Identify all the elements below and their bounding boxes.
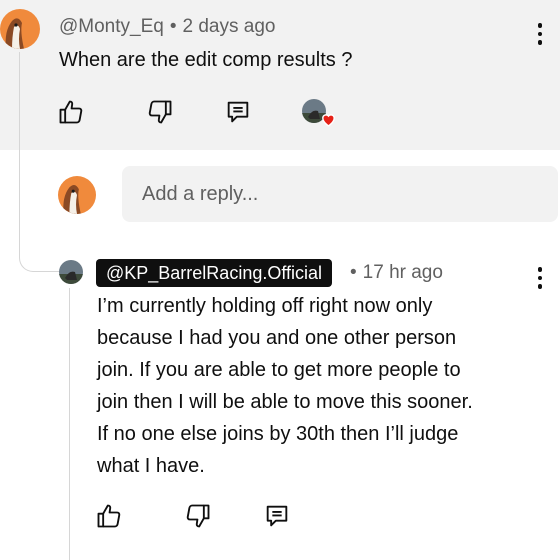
- reply-thread-line: [69, 288, 70, 560]
- reply-more-options-button[interactable]: [528, 264, 552, 292]
- reply-text-line: If no one else joins by 30th then I’ll j…: [97, 423, 459, 445]
- reply-dislike-button[interactable]: [182, 500, 214, 532]
- reply-text-line: join. If you are able to get more people…: [97, 359, 461, 381]
- reply-reply-button[interactable]: [261, 500, 293, 532]
- more-options-button[interactable]: [528, 20, 552, 48]
- reply-timestamp[interactable]: 17 hr ago: [363, 262, 443, 283]
- reply-text: I’m currently holding off right now only…: [97, 290, 527, 482]
- dislike-button[interactable]: [144, 96, 176, 128]
- thumbs-up-icon: [59, 100, 83, 124]
- meta-separator: •: [350, 262, 357, 283]
- comment-author[interactable]: @Monty_Eq: [59, 16, 164, 37]
- reply-text-line: join then I will be able to move this so…: [97, 391, 473, 413]
- current-user-avatar: [58, 176, 96, 214]
- commenter-avatar[interactable]: [0, 9, 40, 49]
- reply-button[interactable]: [222, 96, 254, 128]
- comment-text: When are the edit comp results ?: [59, 49, 353, 71]
- creator-avatar[interactable]: [59, 260, 83, 284]
- thumbs-down-icon: [186, 504, 210, 528]
- reply-text-line: I’m currently holding off right now only: [97, 295, 433, 317]
- thumbs-down-icon: [148, 100, 172, 124]
- reply-text-line: what I have.: [97, 455, 205, 477]
- thread-connector-line: [19, 52, 61, 272]
- creator-author-badge[interactable]: @KP_BarrelRacing.Official: [96, 259, 333, 287]
- creator-heart-icon: [322, 114, 335, 127]
- reply-meta: • 17 hr ago: [350, 262, 443, 284]
- meta-separator: •: [169, 16, 177, 37]
- thumbs-up-icon: [97, 504, 121, 528]
- reply-comment-icon: [266, 505, 288, 527]
- add-reply-input[interactable]: [122, 166, 558, 222]
- reply-comment-icon: [227, 101, 249, 123]
- comment-timestamp[interactable]: 2 days ago: [183, 16, 276, 37]
- reply-text-line: because I had you and one other person: [97, 327, 457, 349]
- comment-meta: @Monty_Eq • 2 days ago: [59, 16, 275, 38]
- top-comment: @Monty_Eq • 2 days ago When are the edit c…: [0, 0, 560, 150]
- reply-like-button[interactable]: [93, 500, 125, 532]
- creator-heart[interactable]: [302, 99, 338, 129]
